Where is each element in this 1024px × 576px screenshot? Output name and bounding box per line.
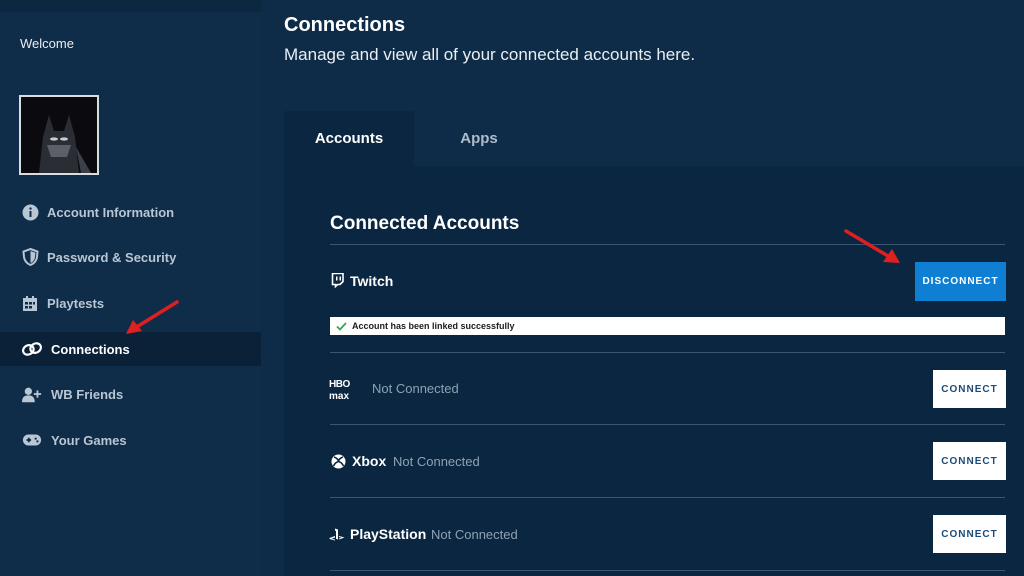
twitch-icon	[330, 273, 344, 288]
page-title: Connections	[284, 14, 406, 36]
connect-button-playstation[interactable]: CONNECT	[933, 515, 1006, 553]
status-xbox: Not Connected	[393, 454, 480, 469]
sidebar-item-account-information[interactable]: Account Information	[0, 195, 261, 229]
success-message-text: Account has been linked successfully	[352, 321, 515, 331]
tab-accounts[interactable]: Accounts	[284, 111, 414, 166]
playstation-icon	[329, 527, 345, 541]
calendar-icon	[20, 293, 40, 313]
disconnect-button-twitch[interactable]: DISCONNECT	[915, 262, 1006, 301]
account-name-twitch: Twitch	[350, 273, 394, 289]
svg-text:HBO: HBO	[329, 379, 350, 390]
sidebar-item-label: Playtests	[47, 295, 105, 311]
tab-apps[interactable]: Apps	[414, 111, 544, 166]
sidebar-item-password-security[interactable]: Password & Security	[0, 240, 261, 274]
success-message: Account has been linked successfully	[330, 317, 1005, 335]
connect-button-xbox[interactable]: CONNECT	[933, 442, 1006, 480]
sidebar-item-label: Account Information	[47, 204, 175, 220]
sidebar-item-label: WB Friends	[51, 386, 124, 402]
annotation-arrow-disconnect	[844, 229, 900, 263]
section-title: Connected Accounts	[330, 213, 520, 234]
hbo-max-logo: HBO max	[329, 377, 359, 401]
shield-icon	[20, 247, 40, 267]
page-subtitle: Manage and view all of your connected ac…	[284, 45, 696, 64]
divider	[330, 570, 1005, 571]
sidebar-item-label: Connections	[51, 341, 130, 357]
annotation-arrow-connections	[126, 300, 179, 334]
sidebar-item-label: Your Games	[51, 432, 127, 448]
xbox-icon	[330, 453, 346, 469]
sidebar-item-label: Password & Security	[47, 249, 177, 265]
divider	[330, 424, 1005, 425]
link-icon	[22, 339, 42, 359]
divider	[330, 497, 1005, 498]
sidebar-item-your-games[interactable]: Your Games	[0, 423, 261, 457]
check-icon	[336, 321, 347, 331]
status-hbo-max: Not Connected	[372, 381, 459, 396]
sidebar-item-wb-friends[interactable]: WB Friends	[0, 377, 261, 411]
status-playstation: Not Connected	[431, 527, 518, 542]
divider	[330, 352, 1005, 353]
gamepad-icon	[22, 430, 42, 450]
connect-button-hbo-max[interactable]: CONNECT	[933, 370, 1006, 408]
account-name-playstation: PlayStation	[350, 526, 427, 542]
avatar-image	[21, 97, 97, 173]
add-friend-icon	[22, 384, 42, 404]
account-name-xbox: Xbox	[352, 453, 387, 469]
svg-text:max: max	[329, 391, 349, 401]
info-icon	[20, 202, 40, 222]
avatar[interactable]	[19, 95, 99, 175]
welcome-text: Welcome	[20, 36, 74, 51]
